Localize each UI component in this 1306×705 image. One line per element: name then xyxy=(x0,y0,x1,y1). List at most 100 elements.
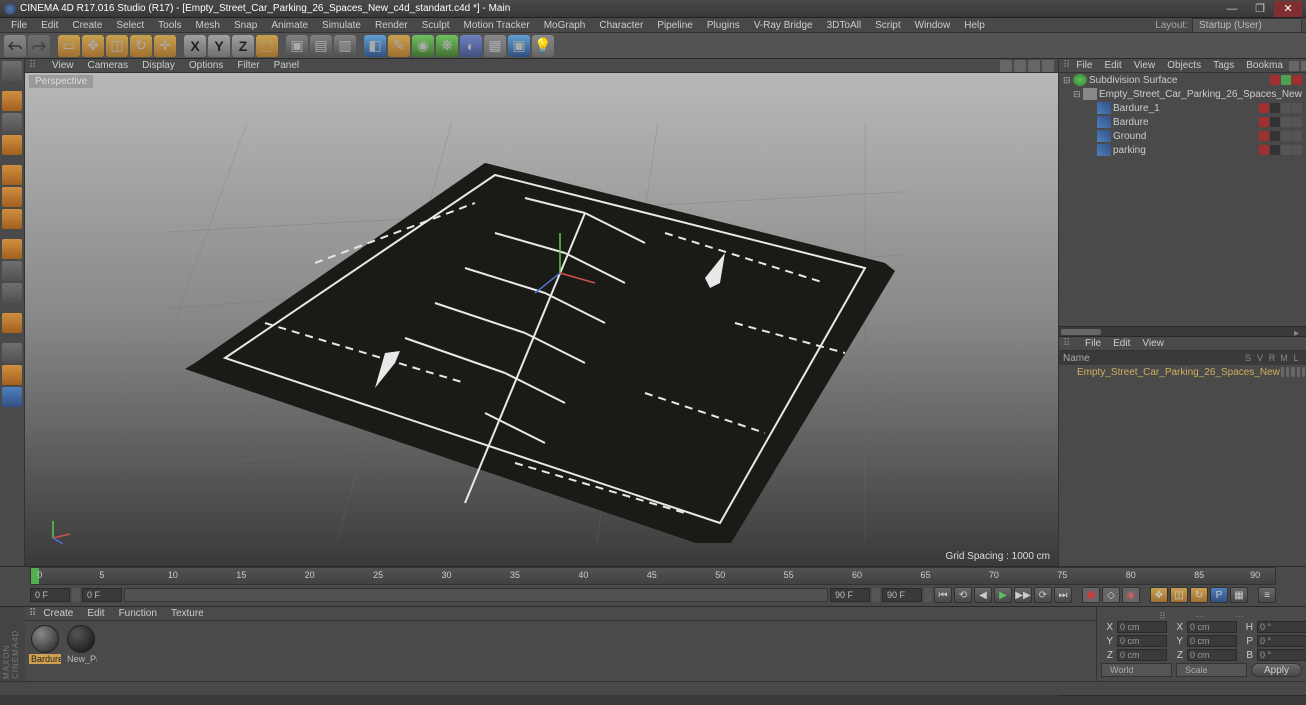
objects-menu-file[interactable]: File xyxy=(1070,60,1098,71)
materials-menu-texture[interactable]: Texture xyxy=(164,608,211,619)
prev-frame-button[interactable]: ◀ xyxy=(974,587,992,603)
misc-tool-3[interactable] xyxy=(2,387,22,407)
add-camera-button[interactable]: ▣ xyxy=(508,35,530,57)
add-light-button[interactable]: 💡 xyxy=(532,35,554,57)
materials-menu-edit[interactable]: Edit xyxy=(80,608,111,619)
menu-vray-bridge[interactable]: V-Ray Bridge xyxy=(747,20,820,31)
viewport-nav-pan-icon[interactable] xyxy=(1000,60,1012,72)
recent-tool-button[interactable]: ✛ xyxy=(154,35,176,57)
coords-handle-icon[interactable]: ⠿ xyxy=(1159,611,1166,621)
tag-icon[interactable] xyxy=(1281,131,1291,141)
move-tool-button[interactable]: ✥ xyxy=(82,35,104,57)
goto-end-button[interactable]: ⏭ xyxy=(1054,587,1072,603)
object-manager-tree[interactable]: ⊟ Subdivision Surface ⊟ Empty_Street_Car… xyxy=(1059,73,1306,326)
viewport-menu-view[interactable]: View xyxy=(45,60,81,71)
next-frame-button[interactable]: ▶▶ xyxy=(1014,587,1032,603)
size-z-field[interactable]: 0 cm xyxy=(1187,649,1237,661)
coord-system-button[interactable]: ⬚ xyxy=(256,35,278,57)
add-environment-button[interactable]: ◐ xyxy=(460,35,482,57)
materials-menu-handle-icon[interactable]: ⠿ xyxy=(29,608,36,619)
timeline-range-slider[interactable] xyxy=(124,588,828,602)
objects-panel-icon-1[interactable] xyxy=(1289,61,1299,71)
add-generator-button[interactable]: ◉ xyxy=(412,35,434,57)
menu-window[interactable]: Window xyxy=(908,20,958,31)
menu-motion-tracker[interactable]: Motion Tracker xyxy=(457,20,537,31)
viewport-menu-options[interactable]: Options xyxy=(182,60,230,71)
tag-icon[interactable] xyxy=(1292,103,1302,113)
take-flag-icon[interactable] xyxy=(1302,367,1305,377)
viewport-nav-zoom-icon[interactable] xyxy=(1014,60,1026,72)
menu-script[interactable]: Script xyxy=(868,20,908,31)
viewport-nav-rotate-icon[interactable] xyxy=(1028,60,1040,72)
tag-icon[interactable] xyxy=(1259,131,1269,141)
tag-icon[interactable] xyxy=(1270,117,1280,127)
x-axis-button[interactable]: X xyxy=(184,35,206,57)
timeline-current-frame[interactable]: 0 F xyxy=(30,588,70,602)
objects-panel-icon-2[interactable] xyxy=(1301,61,1306,71)
add-spline-button[interactable]: ✎ xyxy=(388,35,410,57)
scrollbar-thumb[interactable] xyxy=(1061,329,1101,335)
timeline-options-button[interactable]: ≡ xyxy=(1258,587,1276,603)
render-settings-button[interactable]: ▥ xyxy=(334,35,356,57)
materials-menu-function[interactable]: Function xyxy=(112,608,164,619)
size-y-field[interactable]: 0 cm xyxy=(1187,635,1237,647)
tree-row-child[interactable]: parking xyxy=(1059,143,1306,157)
rot-p-field[interactable]: 0 ° xyxy=(1257,635,1306,647)
menu-character[interactable]: Character xyxy=(592,20,650,31)
key-pla-button[interactable]: ▦ xyxy=(1230,587,1248,603)
tag-icon[interactable] xyxy=(1259,117,1269,127)
tree-row-sds[interactable]: ⊟ Subdivision Surface xyxy=(1059,73,1306,87)
z-axis-button[interactable]: Z xyxy=(232,35,254,57)
layout-dropdown[interactable]: Startup (User) xyxy=(1192,18,1302,33)
edges-mode-button[interactable] xyxy=(2,187,22,207)
menu-3dtoall[interactable]: 3DToAll xyxy=(820,20,868,31)
locked-workplane-button[interactable] xyxy=(2,313,22,333)
tag-icon[interactable] xyxy=(1292,131,1302,141)
viewport-menu-cameras[interactable]: Cameras xyxy=(81,60,136,71)
takes-menu-file[interactable]: File xyxy=(1079,338,1107,349)
scrollbar-arrow-icon[interactable]: ▸ xyxy=(1294,328,1304,336)
texture-mode-button[interactable] xyxy=(2,113,22,133)
tag-icon[interactable] xyxy=(1292,145,1302,155)
menu-mesh[interactable]: Mesh xyxy=(189,20,227,31)
play-button[interactable]: ▶ xyxy=(994,587,1012,603)
take-flag-icon[interactable] xyxy=(1286,367,1289,377)
undo-button[interactable] xyxy=(4,35,26,57)
menu-create[interactable]: Create xyxy=(65,20,109,31)
autokey-button[interactable]: ◇ xyxy=(1102,587,1120,603)
take-flag-icon[interactable] xyxy=(1281,367,1284,377)
tag-icon[interactable] xyxy=(1281,145,1291,155)
material-swatch[interactable]: New_Pa xyxy=(65,625,97,677)
frame-spinner[interactable] xyxy=(872,588,880,602)
menu-animate[interactable]: Animate xyxy=(264,20,315,31)
tree-row-child[interactable]: Ground xyxy=(1059,129,1306,143)
rot-b-field[interactable]: 0 ° xyxy=(1257,649,1306,661)
rotate-tool-button[interactable]: ↻ xyxy=(130,35,152,57)
key-scale-button[interactable]: ◫ xyxy=(1170,587,1188,603)
y-axis-button[interactable]: Y xyxy=(208,35,230,57)
menu-file[interactable]: File xyxy=(4,20,34,31)
takes-menu-view[interactable]: View xyxy=(1136,338,1170,349)
objects-menu-bookmarks[interactable]: Bookma xyxy=(1240,60,1289,71)
key-rot-button[interactable]: ↻ xyxy=(1190,587,1208,603)
add-deformer-button[interactable]: ❋ xyxy=(436,35,458,57)
viewport-nav-maximize-icon[interactable] xyxy=(1042,60,1054,72)
live-select-button[interactable]: ▭ xyxy=(58,35,80,57)
maximize-button[interactable]: ❐ xyxy=(1246,1,1274,17)
viewport-3d[interactable]: Perspective xyxy=(25,73,1058,566)
tree-row-child[interactable]: Bardure xyxy=(1059,115,1306,129)
timeline-end-frame[interactable]: 90 F xyxy=(882,588,922,602)
model-mode-button[interactable] xyxy=(2,91,22,111)
points-mode-button[interactable] xyxy=(2,165,22,185)
tag-icon[interactable] xyxy=(1270,145,1280,155)
frame-spinner[interactable] xyxy=(72,588,80,602)
make-editable-button[interactable] xyxy=(2,61,22,81)
layer-dot-icon[interactable] xyxy=(1270,75,1280,85)
materials-menu-create[interactable]: Create xyxy=(36,608,80,619)
pos-z-field[interactable]: 0 cm xyxy=(1117,649,1167,661)
viewport-menu-panel[interactable]: Panel xyxy=(267,60,307,71)
goto-start-button[interactable]: ⏮ xyxy=(934,587,952,603)
close-button[interactable]: ✕ xyxy=(1274,1,1302,17)
take-flag-icon[interactable] xyxy=(1291,367,1294,377)
attributes-scrollbar[interactable] xyxy=(1058,695,1306,705)
